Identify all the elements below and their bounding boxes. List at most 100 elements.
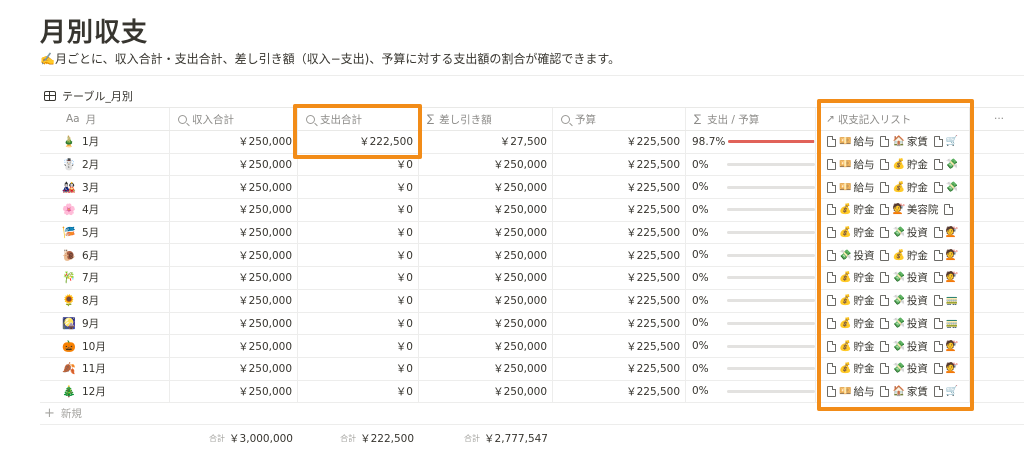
month-cell[interactable]: 🍂 11月 [40,357,170,380]
month-cell[interactable]: 🌸 4月 [40,199,170,221]
diff-cell[interactable]: ￥27,500 [419,131,553,153]
relation-item[interactable]: 💴 給与 [839,384,874,399]
relation-item[interactable]: 💴 給与 [839,157,874,172]
income-cell[interactable]: ￥250,000 [170,153,298,176]
ratio-cell[interactable]: 0% [686,335,816,357]
relation-item[interactable]: 🛒 [946,136,960,147]
list-cell[interactable]: 💴 給与 🏠 家賃 🛒 [816,380,970,403]
budget-cell[interactable]: ￥225,500 [553,312,686,335]
income-cell[interactable]: ￥250,000 [170,380,298,403]
diff-cell[interactable]: ￥250,000 [419,335,553,357]
table-row[interactable]: ☃️ 2月 ￥250,000 ￥0 ￥250,000 ￥225,500 0% 💴 給与 💰 貯金 💸 [40,153,1024,177]
table-row[interactable]: 🎎 3月 ￥250,000 ￥0 ￥250,000 ￥225,500 0% 💴 給与 💰 貯金 💸 [40,176,1024,200]
month-cell[interactable]: 🎎 3月 [40,176,170,199]
expense-cell[interactable]: ￥0 [298,267,419,289]
relation-item[interactable]: 💇 [946,250,960,261]
budget-cell[interactable]: ￥225,500 [553,244,686,267]
list-cell[interactable]: 💴 給与 💰 貯金 💸 [816,176,970,199]
list-cell[interactable]: 💰 貯金 💸 投資 💇 [816,267,970,289]
list-cell[interactable]: 💰 貯金 💸 投資 🚃 [816,312,970,335]
month-cell[interactable]: 🎃 10月 [40,335,170,357]
month-cell[interactable]: 🌻 8月 [40,289,170,312]
table-row[interactable]: 🌻 8月 ￥250,000 ￥0 ￥250,000 ￥225,500 0% 💰 貯金 💸 投資 🚃 [40,289,1024,313]
table-row[interactable]: 🐌 6月 ￥250,000 ￥0 ￥250,000 ￥225,500 0% 💸 投資 💰 貯金 💇 [40,244,1024,268]
relation-item[interactable]: 💸 投資 [892,316,927,331]
ratio-cell[interactable]: 0% [686,357,816,380]
month-cell[interactable]: ☃️ 2月 [40,153,170,176]
table-row[interactable]: 🎄 12月 ￥250,000 ￥0 ￥250,000 ￥225,500 0% 💴 給与 🏠 家賃 🛒 [40,380,1024,404]
diff-cell[interactable]: ￥250,000 [419,244,553,267]
column-header-list[interactable]: ↗ 収支記入リスト [816,108,970,130]
column-header-budget[interactable]: 予算 [553,108,686,130]
budget-cell[interactable]: ￥225,500 [553,199,686,221]
table-row[interactable]: 🎏 5月 ￥250,000 ￥0 ￥250,000 ￥225,500 0% 💰 貯金 💸 投資 💇 [40,221,1024,245]
list-cell[interactable]: 💴 給与 💰 貯金 💸 [816,153,970,176]
income-cell[interactable]: ￥250,000 [170,244,298,267]
diff-cell[interactable]: ￥250,000 [419,312,553,335]
diff-cell[interactable]: ￥250,000 [419,176,553,199]
expense-cell[interactable]: ￥0 [298,221,419,244]
relation-item[interactable]: 💰 貯金 [892,157,927,172]
ratio-cell[interactable]: 0% [686,267,816,289]
relation-item[interactable]: 🏠 家賃 [892,134,927,149]
month-cell[interactable]: 🎄 12月 [40,380,170,403]
income-cell[interactable]: ￥250,000 [170,289,298,312]
column-header-ratio[interactable]: ∑ 支出 / 予算 [686,108,816,130]
expense-cell[interactable]: ￥0 [298,244,419,267]
relation-item[interactable]: 💴 給与 [839,180,874,195]
relation-item[interactable]: 💰 貯金 [892,180,927,195]
relation-item[interactable]: 🛒 [946,386,960,397]
list-cell[interactable]: 💰 貯金 💸 投資 🚃 [816,289,970,312]
relation-item[interactable]: 🏠 家賃 [892,384,927,399]
ratio-cell[interactable]: 0% [686,289,816,312]
expense-cell[interactable]: ￥0 [298,335,419,357]
ratio-cell[interactable]: 0% [686,176,816,199]
budget-cell[interactable]: ￥225,500 [553,221,686,244]
income-cell[interactable]: ￥250,000 [170,221,298,244]
expense-cell[interactable]: ￥0 [298,312,419,335]
expense-cell[interactable]: ￥0 [298,357,419,380]
relation-item[interactable]: 💰 貯金 [839,339,874,354]
relation-item[interactable]: 💸 投資 [892,225,927,240]
ratio-cell[interactable]: 98.7% [686,131,816,153]
relation-item[interactable]: 💇 [946,272,960,283]
diff-cell[interactable]: ￥250,000 [419,380,553,403]
diff-cell[interactable]: ￥250,000 [419,357,553,380]
relation-item[interactable]: 💸 投資 [839,248,874,263]
month-cell[interactable]: 🎑 9月 [40,312,170,335]
table-row[interactable]: 🎃 10月 ￥250,000 ￥0 ￥250,000 ￥225,500 0% 💰 貯金 💸 投資 💇 [40,335,1024,358]
view-tab[interactable]: テーブル_月別 [44,88,133,104]
diff-cell[interactable]: ￥250,000 [419,221,553,244]
budget-cell[interactable]: ￥225,500 [553,289,686,312]
expense-cell[interactable]: ￥0 [298,380,419,403]
relation-item[interactable]: 💸 投資 [892,270,927,285]
income-cell[interactable]: ￥250,000 [170,312,298,335]
diff-cell[interactable]: ￥250,000 [419,153,553,176]
more-options-icon[interactable]: ··· [994,113,1004,125]
ratio-cell[interactable]: 0% [686,221,816,244]
column-header-expense[interactable]: 支出合計 [298,108,419,130]
budget-cell[interactable]: ￥225,500 [553,131,686,153]
relation-item[interactable]: 💰 貯金 [839,361,874,376]
relation-item[interactable]: 💸 投資 [892,293,927,308]
ratio-cell[interactable]: 0% [686,380,816,403]
relation-item[interactable]: 💸 [946,159,960,170]
income-cell[interactable]: ￥250,000 [170,131,298,153]
expense-cell[interactable]: ￥222,500 [298,131,419,153]
list-cell[interactable]: 💴 給与 🏠 家賃 🛒 [816,131,970,153]
relation-item[interactable]: 💇 美容院 [892,202,938,217]
relation-item[interactable]: 💇 [946,227,960,238]
relation-item[interactable]: 💸 投資 [892,361,927,376]
list-cell[interactable]: 💸 投資 💰 貯金 💇 [816,244,970,267]
income-cell[interactable]: ￥250,000 [170,335,298,357]
table-row[interactable]: 🍂 11月 ￥250,000 ￥0 ￥250,000 ￥225,500 0% 💰 貯金 💸 投資 💇 [40,357,1024,381]
expense-cell[interactable]: ￥0 [298,153,419,176]
list-cell[interactable]: 💰 貯金 💸 投資 💇 [816,221,970,244]
column-header-month[interactable]: Aa 月 [40,108,170,130]
relation-item[interactable]: 💸 投資 [892,339,927,354]
column-header-diff[interactable]: ∑ 差し引き額 [419,108,553,130]
relation-item[interactable]: 💇 [946,341,960,352]
relation-item[interactable]: 🚃 [946,295,960,306]
expense-cell[interactable]: ￥0 [298,289,419,312]
relation-item[interactable]: 💰 貯金 [839,270,874,285]
